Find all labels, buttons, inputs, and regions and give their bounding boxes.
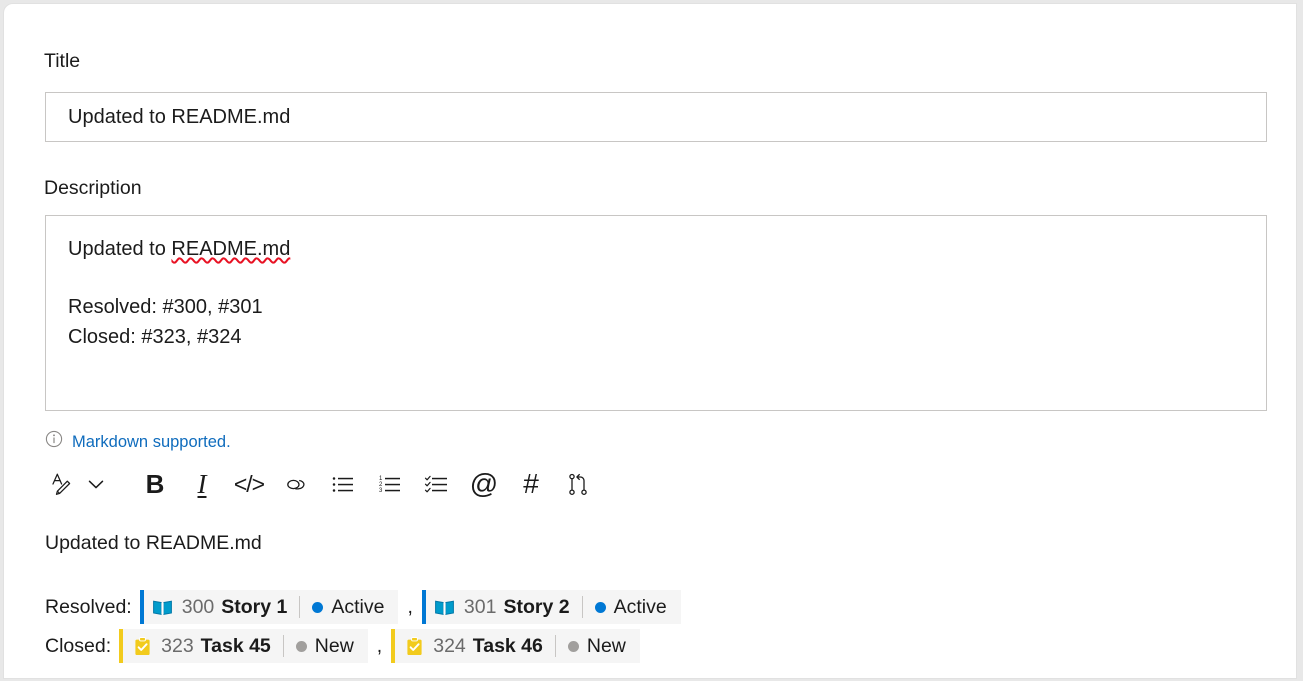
description-line-1: Updated to README.md [68,234,1246,264]
state-dot [567,640,579,652]
checklist-icon[interactable] [420,465,454,503]
pull-request-icon[interactable] [561,465,595,503]
state-dot [312,601,324,613]
title-field-label: Title [44,50,81,72]
svg-text:3: 3 [379,488,383,494]
row-label-resolved: Resolved: [45,596,132,618]
chip-divider [581,596,583,618]
work-item-state: Active [331,595,385,618]
title-input[interactable] [45,92,1267,142]
chip-divider [299,596,301,618]
numbered-list-icon[interactable]: 1 2 3 [373,465,407,503]
bulleted-list-icon[interactable] [326,465,360,503]
work-item-chip-323[interactable]: 323 Task 45 New [119,629,368,663]
hashtag-icon[interactable]: # [514,465,548,503]
italic-glyph: I [197,468,207,499]
work-item-state: New [314,634,354,657]
description-textarea[interactable]: Updated to README.md Resolved: #300, #30… [45,215,1267,411]
work-item-state: Active [613,595,667,618]
description-field-label: Description [44,177,142,199]
story-book-icon [434,596,456,618]
chip-divider [554,635,556,657]
work-item-id: 323 [161,634,194,657]
link-icon[interactable] [279,465,313,503]
formatting-toolbar: B I </> 1 2 3 @ # [45,462,1225,506]
work-item-chip-324[interactable]: 324 Task 46 New [391,629,640,663]
mention-icon[interactable]: @ [467,465,501,503]
description-line-blank [68,264,1246,292]
chevron-down-icon[interactable] [79,465,113,503]
description-line-1-misspelled-word: README.md [171,238,291,260]
mention-glyph: @ [469,468,499,499]
work-item-title: Task 46 [472,634,543,657]
bold-icon[interactable]: B [138,465,172,503]
work-item-id: 301 [463,595,497,618]
task-clipboard-icon [403,635,425,657]
chip-separator-comma: , [407,595,413,618]
row-label-closed: Closed: [45,635,112,657]
work-item-form-panel: Title Description Updated to README.md R… [3,3,1297,679]
code-icon[interactable]: </> [232,465,266,503]
preview-row-closed: Closed: 323 Task 45 New , 324 Task 46 Ne… [45,629,640,663]
chip-separator-comma: , [376,634,383,657]
info-circle-icon [45,430,63,453]
work-item-title: Task 45 [200,634,271,657]
markdown-supported-label: Markdown supported. [72,432,231,451]
task-clipboard-icon [131,635,153,657]
italic-icon[interactable]: I [185,465,219,503]
description-line-closed: Closed: #323, #324 [68,326,242,348]
work-item-title: Story 1 [221,595,288,618]
description-line-1-prefix: Updated to [68,238,172,260]
work-item-id: 324 [433,634,466,657]
work-item-id: 300 [181,595,215,618]
work-item-chip-300[interactable]: 300 Story 1 Active [139,590,399,624]
chip-divider [282,635,284,657]
bold-glyph: B [145,469,165,499]
preview-heading: Updated to README.md [45,532,262,554]
markdown-supported-note[interactable]: Markdown supported. [45,430,231,453]
state-dot [295,640,307,652]
code-glyph: </> [233,470,265,497]
description-line-resolved: Resolved: #300, #301 [68,296,263,318]
work-item-title: Story 2 [503,595,570,618]
work-item-chip-301[interactable]: 301 Story 2 Active [421,590,681,624]
story-book-icon [152,596,174,618]
preview-row-resolved: Resolved: 300 Story 1 Active , 301 Story… [45,590,681,624]
text-style-icon[interactable] [45,465,79,503]
hashtag-glyph: # [523,468,539,499]
state-dot [594,601,606,613]
work-item-state: New [586,634,626,657]
